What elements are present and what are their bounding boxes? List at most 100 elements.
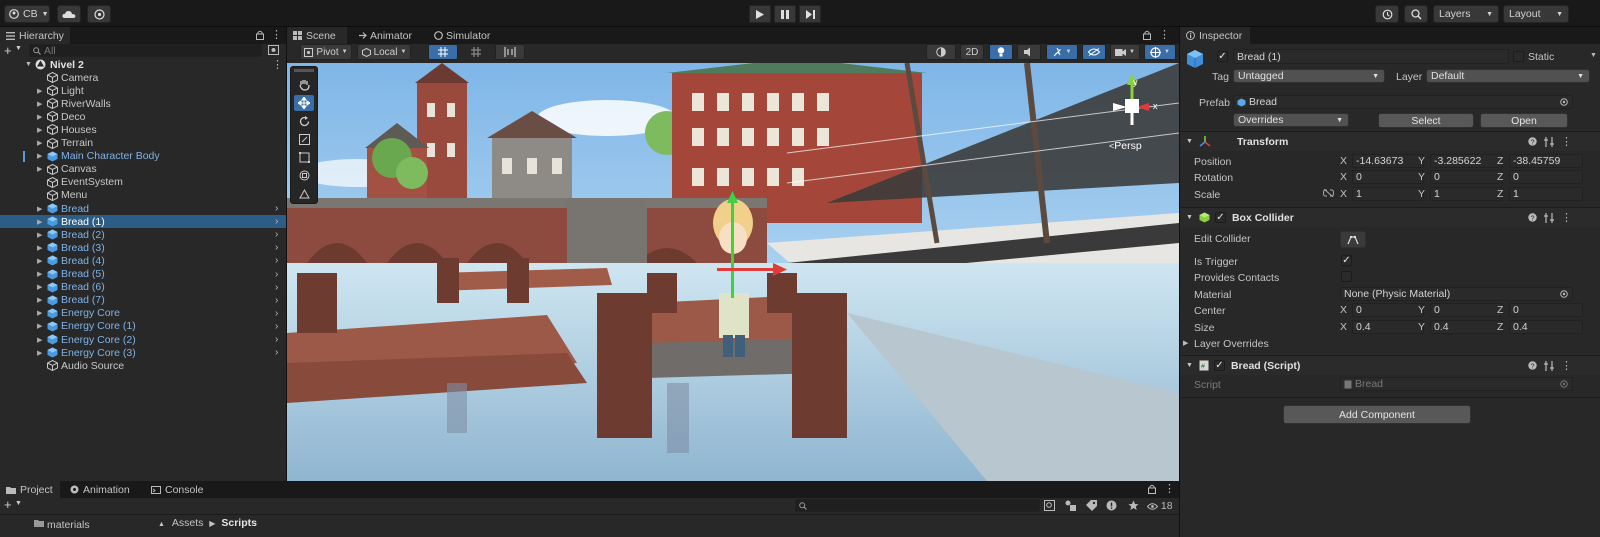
- local-dropdown[interactable]: Local ▼: [357, 44, 411, 60]
- lighting-toggle-button[interactable]: [989, 44, 1013, 60]
- vector-component-input[interactable]: 1: [1430, 187, 1503, 201]
- dropdown-arrow-icon[interactable]: ▼: [1590, 52, 1597, 59]
- object-picker-icon[interactable]: [1560, 98, 1568, 106]
- filter-by-type-icon[interactable]: [1065, 500, 1076, 511]
- expand-arrow-icon[interactable]: ▶: [37, 218, 42, 226]
- tab-hierarchy[interactable]: Hierarchy: [0, 27, 70, 44]
- box-collider-header[interactable]: ▼ ✓ Box Collider ? ⋮: [1180, 207, 1600, 227]
- hierarchy-item[interactable]: EventSystem: [0, 176, 286, 189]
- axis-label[interactable]: X: [1340, 155, 1347, 167]
- transform-tool-button[interactable]: [294, 167, 314, 183]
- grid-snap-button[interactable]: [428, 44, 458, 60]
- presets-icon[interactable]: [1544, 136, 1554, 147]
- hierarchy-item[interactable]: ▶ Bread (6) ›: [0, 281, 286, 294]
- expand-arrow-icon[interactable]: ▶: [37, 336, 42, 344]
- expand-arrow-icon[interactable]: ▶: [37, 309, 42, 317]
- custom-tool-button[interactable]: [294, 185, 314, 201]
- vector-component-input[interactable]: 0: [1430, 303, 1503, 317]
- axis-label[interactable]: Y: [1418, 188, 1425, 200]
- open-prefab-chevron-icon[interactable]: ›: [275, 295, 278, 306]
- rotate-tool-button[interactable]: [294, 113, 314, 129]
- tab-animator[interactable]: Animator: [352, 27, 418, 44]
- hierarchy-item[interactable]: ▶ Houses: [0, 123, 286, 136]
- hierarchy-item[interactable]: Camera: [0, 71, 286, 84]
- presets-icon[interactable]: [1544, 360, 1554, 371]
- shading-mode-button[interactable]: [926, 44, 956, 60]
- vector-component-input[interactable]: -38.45759: [1509, 154, 1583, 168]
- expand-arrow-icon[interactable]: ▶: [37, 113, 42, 121]
- hierarchy-item[interactable]: ▶ Terrain: [0, 137, 286, 150]
- tab-console[interactable]: Console: [145, 481, 210, 498]
- open-prefab-chevron-icon[interactable]: ›: [275, 269, 278, 280]
- vector-component-input[interactable]: 0.4: [1509, 320, 1583, 334]
- 2d-toggle-button[interactable]: 2D: [960, 44, 984, 60]
- vector-component-input[interactable]: 1: [1352, 187, 1424, 201]
- hierarchy-item[interactable]: Audio Source: [0, 359, 286, 372]
- more-options-icon[interactable]: ⋮: [272, 58, 283, 71]
- vector-component-input[interactable]: 0.4: [1352, 320, 1424, 334]
- hierarchy-item[interactable]: ▶ Main Character Body: [0, 150, 286, 163]
- favorites-star-icon[interactable]: [1128, 500, 1139, 511]
- edit-collider-button[interactable]: [1340, 231, 1366, 248]
- expand-arrow-icon[interactable]: ▶: [37, 231, 42, 239]
- help-icon[interactable]: ?: [1528, 361, 1537, 370]
- tab-project[interactable]: Project: [0, 481, 60, 498]
- axis-label[interactable]: Z: [1497, 321, 1503, 333]
- static-checkbox[interactable]: [1513, 51, 1524, 62]
- axis-label[interactable]: Z: [1497, 304, 1503, 316]
- vector-component-input[interactable]: -3.285622: [1430, 154, 1503, 168]
- open-prefab-chevron-icon[interactable]: ›: [275, 229, 278, 240]
- open-prefab-chevron-icon[interactable]: ›: [275, 321, 278, 332]
- object-picker-icon[interactable]: [1560, 290, 1568, 298]
- vector-component-input[interactable]: 1: [1509, 187, 1583, 201]
- hierarchy-item[interactable]: ▶ RiverWalls: [0, 97, 286, 110]
- expand-arrow-icon[interactable]: ▶: [37, 100, 42, 108]
- add-asset-icon[interactable]: +: [4, 497, 12, 512]
- expand-arrow-icon[interactable]: ▶: [37, 165, 42, 173]
- open-prefab-chevron-icon[interactable]: ›: [275, 282, 278, 293]
- layout-dropdown[interactable]: Layout ▼: [1503, 5, 1569, 23]
- open-prefab-chevron-icon[interactable]: ›: [275, 308, 278, 319]
- increment-snap-button[interactable]: [462, 44, 490, 60]
- camera-settings-button[interactable]: ▼: [1110, 44, 1140, 60]
- hierarchy-item[interactable]: ▶ Bread (1) ›: [0, 215, 286, 229]
- align-button[interactable]: [495, 44, 525, 60]
- hierarchy-item[interactable]: ▶ Bread ›: [0, 202, 286, 215]
- open-button[interactable]: Open: [1480, 113, 1568, 128]
- vector-component-input[interactable]: -14.63673: [1352, 154, 1424, 168]
- layers-dropdown[interactable]: Layers ▼: [1433, 5, 1499, 23]
- folder-label[interactable]: materials: [47, 519, 90, 531]
- hierarchy-item[interactable]: ▶ Energy Core (1) ›: [0, 320, 286, 333]
- expand-arrow-icon[interactable]: ▶: [37, 322, 42, 330]
- hierarchy-item[interactable]: ▶ Energy Core ›: [0, 307, 286, 320]
- tab-scene[interactable]: Scene: [287, 27, 347, 44]
- hierarchy-item[interactable]: ▶ Energy Core (2) ›: [0, 333, 286, 346]
- hierarchy-item[interactable]: ▶ Light: [0, 84, 286, 97]
- axis-label[interactable]: X: [1340, 321, 1347, 333]
- axis-label[interactable]: X: [1340, 188, 1347, 200]
- breadcrumb-root[interactable]: Assets: [172, 517, 204, 529]
- open-prefab-chevron-icon[interactable]: ›: [275, 347, 278, 358]
- is-trigger-checkbox[interactable]: ✓: [1341, 255, 1352, 266]
- more-options-icon[interactable]: ⋮: [1561, 211, 1572, 224]
- expand-arrow-icon[interactable]: ▶: [37, 283, 42, 291]
- tag-dropdown[interactable]: Untagged ▼: [1233, 69, 1385, 83]
- add-icon[interactable]: +: [4, 43, 12, 58]
- open-prefab-chevron-icon[interactable]: ›: [275, 334, 278, 345]
- vector-component-input[interactable]: 0: [1509, 303, 1583, 317]
- hierarchy-item[interactable]: ▶ Canvas: [0, 163, 286, 176]
- lock-icon[interactable]: [256, 30, 264, 40]
- box-collider-enabled-checkbox[interactable]: ✓: [1214, 212, 1226, 223]
- scene-visibility-icon[interactable]: [268, 45, 279, 55]
- vector-component-input[interactable]: 0: [1352, 170, 1424, 184]
- more-options-icon[interactable]: ⋮: [1561, 359, 1572, 372]
- hidden-packages-count[interactable]: 18: [1147, 500, 1173, 512]
- palette-handle[interactable]: [294, 69, 314, 72]
- expand-arrow-icon[interactable]: ▶: [37, 349, 42, 357]
- axis-label[interactable]: X: [1340, 171, 1347, 183]
- hierarchy-item[interactable]: ▶ Deco: [0, 110, 286, 123]
- hierarchy-item[interactable]: ▶ Bread (4) ›: [0, 254, 286, 267]
- effects-toggle-button[interactable]: ▼: [1046, 44, 1078, 60]
- active-checkbox[interactable]: ✓: [1217, 51, 1228, 62]
- expand-arrow-icon[interactable]: ▶: [1183, 339, 1188, 347]
